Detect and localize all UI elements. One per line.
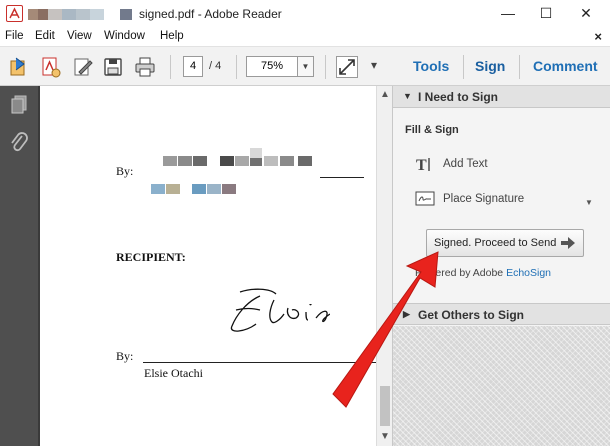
toolbar-separator [463,55,464,79]
menu-bar: File Edit View Window Help × [0,28,610,46]
toolbar-separator [236,55,237,79]
svg-text:T: T [416,157,427,173]
adobe-reader-logo-icon [6,5,23,22]
open-file-icon[interactable] [8,56,30,78]
powered-prefix: Powered by Adobe [415,267,507,279]
by-label-recipient: By: [116,349,134,363]
menu-window[interactable]: Window [104,30,145,42]
section-title: I Need to Sign [418,90,499,104]
scroll-up-arrow[interactable]: ▲ [377,88,393,102]
close-window-button[interactable]: ✕ [574,4,598,22]
handwritten-signature [230,288,330,332]
fill-sign-label: Fill & Sign [405,124,459,136]
empty-pane-area [393,326,610,446]
create-pdf-icon[interactable] [40,56,62,78]
minimize-button[interactable]: — [496,4,520,22]
signer-name: Elsie Otachi [144,366,203,380]
powered-by-text: Powered by Adobe EchoSign [415,267,551,279]
page-thumbnails-icon[interactable] [9,94,29,114]
by-label: By: [116,164,134,178]
menu-help[interactable]: Help [160,30,184,42]
menu-view[interactable]: View [67,30,92,42]
expand-toggle[interactable]: ▶ [403,309,410,320]
scroll-down-arrow[interactable]: ▼ [377,430,393,444]
place-signature-label: Place Signature [443,193,525,205]
i-need-to-sign-header[interactable]: ▼ I Need to Sign [393,86,610,108]
recipient-label: RECIPIENT: [116,250,186,264]
menu-file[interactable]: File [5,30,24,42]
proceed-button-label: Signed. Proceed to Send [434,237,557,249]
window-title: signed.pdf - Adobe Reader [139,7,282,21]
menu-edit[interactable]: Edit [35,30,55,42]
tools-pane-button[interactable]: Tools [413,58,449,74]
edit-pdf-icon[interactable] [72,56,94,78]
fit-page-icon[interactable] [336,56,358,78]
maximize-button[interactable]: ☐ [534,4,558,22]
title-bar: signed.pdf - Adobe Reader — ☐ ✕ [0,0,610,28]
left-navigation-pane [0,86,38,446]
print-icon[interactable] [134,56,156,78]
page-number-input[interactable]: 4 [183,56,203,77]
attachments-paperclip-icon[interactable] [9,132,29,152]
toolbar: 4 / 4 75% ▼ ▾ Tools Sign Comment [0,46,610,86]
recipient-signature-line [143,362,376,363]
zoom-input[interactable]: 75% [246,56,298,77]
toolbar-separator [170,55,171,79]
sign-pane-button[interactable]: Sign [475,58,505,74]
more-tools-dropdown[interactable]: ▾ [371,58,377,72]
collapse-toggle[interactable]: ▼ [403,91,412,101]
signature-tool-icon [415,190,435,208]
sign-pane: ▼ I Need to Sign Fill & Sign T Add Text … [392,86,610,446]
document-page: By: RECIPIENT: By: Elsie Otachi [40,86,376,446]
arrow-right-icon [561,237,575,252]
toolbar-separator [519,55,520,79]
scroll-thumb[interactable] [380,386,390,426]
get-others-to-sign-header[interactable]: ▶ Get Others to Sign [393,303,610,325]
page-total: / 4 [209,60,222,72]
section-title: Get Others to Sign [418,308,525,322]
add-text-label: Add Text [443,158,488,170]
close-document-button[interactable]: × [594,29,602,44]
save-icon[interactable] [102,56,124,78]
echosign-link[interactable]: EchoSign [506,267,551,279]
proceed-to-send-button[interactable]: Signed. Proceed to Send [426,229,584,257]
signature-line [320,177,364,178]
zoom-dropdown-button[interactable]: ▼ [298,56,314,77]
text-tool-icon: T [415,155,435,174]
place-signature-dropdown[interactable]: ▼ [585,198,593,207]
document-scrollbar[interactable]: ▲ ▼ [376,86,392,446]
comment-pane-button[interactable]: Comment [533,58,598,74]
toolbar-separator [325,55,326,79]
